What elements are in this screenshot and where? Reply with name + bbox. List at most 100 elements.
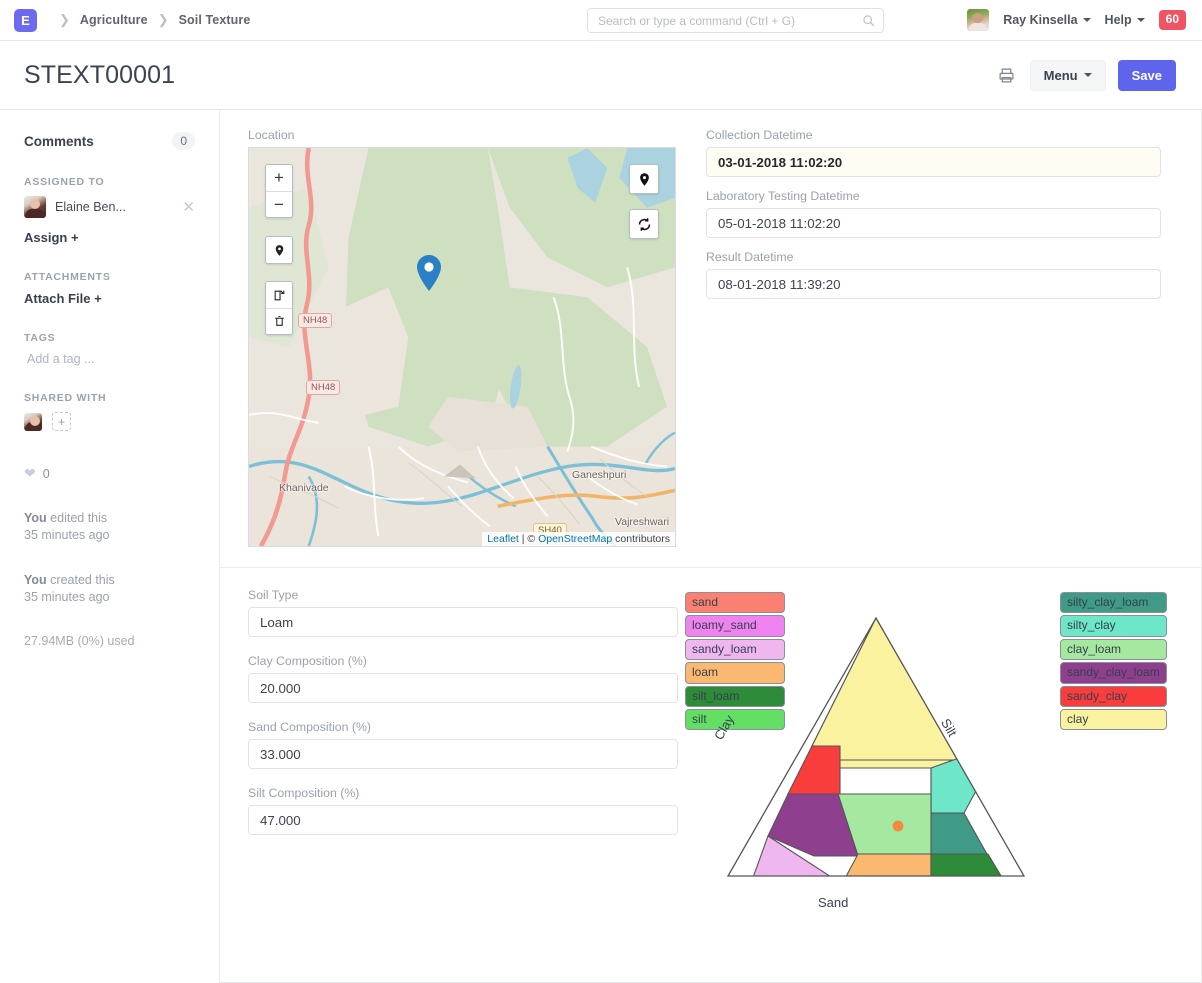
- map-zoom-control[interactable]: + −: [265, 164, 293, 218]
- comments-row[interactable]: Comments 0: [24, 132, 195, 150]
- field-label: Collection Datetime: [706, 128, 1161, 142]
- map-label: Vajreshwari: [615, 516, 669, 528]
- legend-item-clay[interactable]: clay: [1060, 709, 1167, 730]
- field-label: Soil Type: [248, 588, 678, 602]
- menu-label: Menu: [1044, 68, 1078, 83]
- page-body: Comments 0 ASSIGNED TO Elaine Ben... ✕ A…: [0, 110, 1202, 983]
- shared-with-row: +: [24, 412, 195, 431]
- edit-icon: [273, 289, 286, 302]
- avatar: [24, 413, 42, 431]
- attr-suffix: contributors: [615, 533, 670, 545]
- clay-composition-input[interactable]: [248, 673, 678, 703]
- field-lab-testing-datetime: Laboratory Testing Datetime: [706, 189, 1161, 238]
- created-meta: You created this 35 minutes ago: [24, 572, 195, 606]
- soil-composition-section: Soil Type Clay Composition (%) Sand Comp…: [220, 568, 1201, 982]
- sample-data-point[interactable]: [893, 821, 904, 832]
- attach-file-label: Attach File: [24, 291, 90, 306]
- attr-separator: |: [522, 533, 525, 545]
- map-marker-control[interactable]: [629, 164, 659, 194]
- highway-shield: NH48: [306, 380, 340, 395]
- location-label: Location: [248, 128, 678, 142]
- attach-file-button[interactable]: Attach File +: [24, 291, 195, 306]
- openstreetmap-link[interactable]: OpenStreetMap: [538, 533, 612, 545]
- zoom-out-button[interactable]: −: [266, 191, 292, 217]
- heart-icon: ❤: [24, 465, 36, 482]
- assign-button[interactable]: Assign +: [24, 230, 195, 245]
- field-label: Silt Composition (%): [248, 786, 678, 800]
- add-marker-button[interactable]: [630, 165, 658, 193]
- help-label: Help: [1105, 13, 1132, 27]
- legend-item-label: clay_loam: [1067, 642, 1121, 656]
- map-locate-control[interactable]: [265, 236, 293, 264]
- assigned-to-label: ASSIGNED TO: [24, 176, 195, 188]
- search-input[interactable]: [596, 13, 862, 29]
- print-button[interactable]: [996, 64, 1018, 86]
- silt-composition-input[interactable]: [248, 805, 678, 835]
- help-menu[interactable]: Help: [1105, 13, 1145, 27]
- assignee-name: Elaine Ben...: [55, 200, 126, 214]
- breadcrumb-soil-texture[interactable]: Soil Texture: [179, 13, 251, 27]
- legend-item-sandy_clay[interactable]: sandy_clay: [1060, 686, 1167, 707]
- add-share-button[interactable]: +: [52, 412, 71, 431]
- comments-count: 0: [172, 132, 195, 150]
- user-menu[interactable]: Ray Kinsella: [1003, 13, 1090, 27]
- collection-datetime-input[interactable]: [706, 147, 1161, 177]
- highway-shield: NH48: [298, 313, 332, 328]
- location-map[interactable]: + −: [248, 147, 676, 547]
- result-datetime-input[interactable]: [706, 269, 1161, 299]
- legend-item-clay_loam[interactable]: clay_loam: [1060, 639, 1167, 660]
- refresh-button[interactable]: [630, 210, 658, 238]
- soil-type-input[interactable]: [248, 607, 678, 637]
- legend-item-silty_clay_loam[interactable]: silty_clay_loam: [1060, 592, 1167, 613]
- marker-icon: [637, 172, 652, 187]
- add-tag-input[interactable]: Add a tag ...: [27, 352, 195, 366]
- created-by: You: [24, 573, 47, 587]
- legend-item-silty_clay[interactable]: silty_clay: [1060, 615, 1167, 636]
- sand-composition-input[interactable]: [248, 739, 678, 769]
- search-icon: [862, 14, 875, 27]
- global-search[interactable]: [587, 8, 884, 33]
- sidebar: Comments 0 ASSIGNED TO Elaine Ben... ✕ A…: [0, 110, 220, 983]
- soil-texture-triangle-chart: sandloamy_sandsandy_loamloamsilt_loamsil…: [678, 588, 1161, 962]
- breadcrumb-agriculture[interactable]: Agriculture: [80, 13, 148, 27]
- remove-assignee-button[interactable]: ✕: [182, 200, 195, 215]
- app-logo[interactable]: E: [14, 9, 37, 32]
- field-label: Laboratory Testing Datetime: [706, 189, 1161, 203]
- menu-button[interactable]: Menu: [1030, 60, 1106, 91]
- field-label: Clay Composition (%): [248, 654, 678, 668]
- zoom-in-button[interactable]: +: [266, 165, 292, 191]
- map-refresh-control[interactable]: [629, 209, 659, 239]
- chevron-down-icon: [1083, 18, 1091, 22]
- legend-item-label: silty_clay_loam: [1067, 595, 1148, 609]
- field-clay-composition: Clay Composition (%): [248, 654, 678, 703]
- top-navbar: E ❯ Agriculture ❯ Soil Texture Ray Kinse…: [0, 0, 1202, 41]
- ternary-diagram[interactable]: [726, 608, 1056, 898]
- legend-item-label: loam: [692, 665, 718, 679]
- leaflet-link[interactable]: Leaflet: [487, 533, 519, 545]
- chevron-down-icon: [1137, 18, 1145, 22]
- legend-item-label: silt: [692, 712, 707, 726]
- lab-testing-datetime-input[interactable]: [706, 208, 1161, 238]
- like-count: 0: [43, 467, 50, 481]
- locate-button[interactable]: [266, 237, 292, 263]
- trash-icon: [273, 315, 286, 328]
- edit-button[interactable]: [266, 282, 292, 308]
- notification-badge[interactable]: 60: [1159, 10, 1186, 29]
- like-row[interactable]: ❤ 0: [24, 465, 195, 482]
- storage-usage: 27.94MB (0%) used: [24, 634, 195, 648]
- field-label: Sand Composition (%): [248, 720, 678, 734]
- page-header: STEXT00001 Menu Save: [0, 41, 1202, 110]
- map-draw-control[interactable]: [265, 281, 293, 335]
- comments-label: Comments: [24, 134, 94, 149]
- field-result-datetime: Result Datetime: [706, 250, 1161, 299]
- legend-item-sandy_clay_loam[interactable]: sandy_clay_loam: [1060, 662, 1167, 683]
- edited-text: edited this: [50, 511, 107, 525]
- assign-label: Assign: [24, 230, 67, 245]
- edited-by: You: [24, 511, 47, 525]
- delete-button[interactable]: [266, 308, 292, 334]
- save-button[interactable]: Save: [1118, 60, 1176, 91]
- location-marker[interactable]: [417, 255, 441, 291]
- plus-icon: +: [71, 230, 79, 245]
- page-title: STEXT00001: [24, 61, 175, 90]
- legend-item-label: sandy_clay_loam: [1067, 665, 1160, 679]
